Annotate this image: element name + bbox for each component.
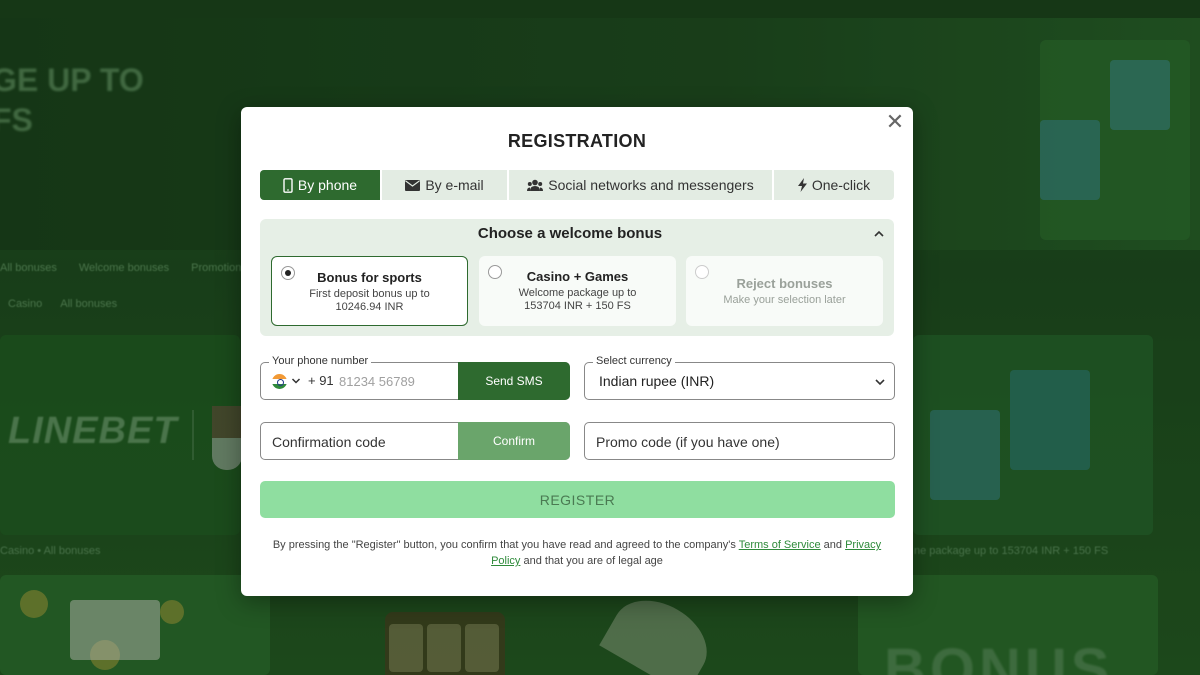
phone-number-label: Your phone number	[269, 355, 372, 367]
bonus-option-title: Casino + Games	[526, 269, 629, 284]
registration-modal: ✕ REGISTRATION By phone By e-mail Social…	[241, 107, 913, 596]
welcome-bonus-title: Choose a welcome bonus	[477, 225, 663, 242]
bonus-option-title: Bonus for sports	[317, 270, 422, 285]
radio-button[interactable]	[695, 265, 709, 279]
tab-label: By phone	[297, 177, 358, 193]
users-icon	[527, 179, 544, 191]
confirm-button[interactable]: Confirm	[458, 422, 570, 460]
bonus-option-subtitle: Make your selection later	[723, 294, 846, 306]
bonus-option-reject[interactable]: Reject bonuses Make your selection later	[686, 256, 883, 326]
tab-one-click[interactable]: One-click	[774, 170, 894, 200]
legal-text: and	[820, 539, 846, 551]
chevron-down-icon[interactable]	[291, 376, 301, 386]
radio-button[interactable]	[488, 265, 502, 279]
legal-notice: By pressing the "Register" button, you c…	[261, 537, 893, 569]
welcome-bonus-section: Choose a welcome bonus Bonus for sports …	[260, 219, 894, 336]
tab-label: Social networks and messengers	[548, 177, 754, 193]
bonus-option-subtitle: First deposit bonus up to 10246.94 INR	[309, 288, 430, 313]
bonus-option-title: Reject bonuses	[736, 276, 833, 291]
promo-code-input[interactable]	[596, 432, 876, 452]
tab-social-networks[interactable]: Social networks and messengers	[509, 170, 774, 200]
register-button[interactable]: REGISTER	[260, 481, 895, 518]
currency-value: Indian rupee (INR)	[599, 373, 715, 389]
lightning-icon	[797, 178, 807, 192]
promo-code-field	[584, 422, 895, 460]
bonus-option-subtitle: Welcome package up to 153704 INR + 150 F…	[518, 287, 637, 312]
tab-by-phone[interactable]: By phone	[260, 170, 382, 200]
country-code: + 91	[308, 373, 334, 388]
bonus-option-sports[interactable]: Bonus for sports First deposit bonus up …	[271, 256, 468, 326]
terms-of-service-link[interactable]: Terms of Service	[739, 539, 821, 551]
phone-number-field: Your phone number + 91 Send SMS	[260, 355, 570, 400]
currency-select[interactable]: Select currency Indian rupee (INR)	[584, 355, 895, 400]
phone-number-input[interactable]	[339, 372, 454, 390]
confirmation-code-field: Confirm	[260, 422, 570, 460]
registration-tabs: By phone By e-mail Social networks and m…	[260, 170, 894, 200]
chevron-down-icon[interactable]	[874, 376, 886, 388]
bonus-option-casino[interactable]: Casino + Games Welcome package up to 153…	[479, 256, 676, 326]
currency-label: Select currency	[593, 355, 675, 367]
radio-button[interactable]	[281, 266, 295, 280]
chevron-up-icon[interactable]	[872, 227, 886, 241]
legal-text: and that you are of legal age	[520, 555, 663, 567]
tab-label: One-click	[811, 177, 871, 193]
tab-by-email[interactable]: By e-mail	[382, 170, 509, 200]
envelope-icon	[405, 179, 421, 191]
tab-label: By e-mail	[425, 177, 484, 193]
modal-title: REGISTRATION	[507, 131, 647, 151]
confirmation-code-input[interactable]	[272, 432, 452, 452]
phone-icon	[283, 177, 293, 193]
send-sms-button[interactable]: Send SMS	[458, 362, 570, 400]
india-flag-icon[interactable]	[272, 374, 287, 389]
legal-text: By pressing the "Register" button, you c…	[272, 539, 739, 551]
